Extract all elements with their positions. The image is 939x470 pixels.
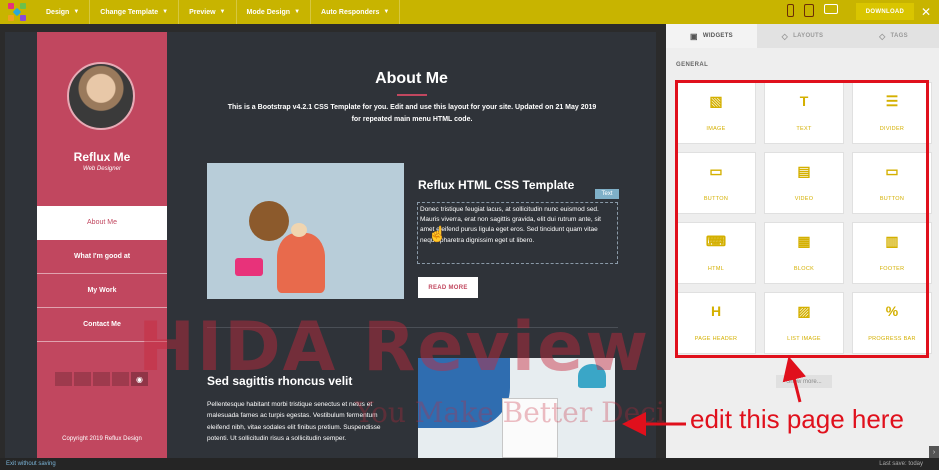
annotation-box	[675, 80, 929, 358]
tab-widgets[interactable]: ▣ WIDGETS	[666, 24, 757, 48]
image-decor	[235, 258, 263, 276]
avatar[interactable]	[67, 62, 135, 130]
app-logo-icon[interactable]	[6, 1, 28, 23]
brand-role[interactable]: Web Designer	[37, 166, 167, 172]
watermark-main: HIDA Review	[138, 308, 651, 387]
chevron-down-icon: ▼	[294, 9, 301, 15]
tag-icon: ◇	[879, 31, 886, 41]
tab-tags[interactable]: ◇ TAGS	[848, 24, 939, 48]
copyright-text[interactable]: Copyright 2019 Reflux Design	[37, 436, 167, 442]
exit-without-saving-link[interactable]: Exit without saving	[6, 461, 56, 467]
section1-image[interactable]	[207, 163, 404, 299]
image-decor	[249, 201, 289, 241]
editor-canvas[interactable]: Reflux Me Web Designer About Me What I'm…	[5, 32, 656, 458]
menu-mode-design[interactable]: Mode Design ▼	[237, 0, 312, 24]
nav-item-what-im-good-at[interactable]: What I'm good at	[37, 240, 167, 274]
nav-item-my-work[interactable]: My Work	[37, 274, 167, 308]
social-links: ◉	[55, 372, 148, 386]
phone-icon[interactable]	[787, 4, 794, 17]
last-save-status: Last save: today	[879, 461, 923, 467]
collapse-panel-icon[interactable]: ›	[929, 446, 939, 458]
tag-icon: ◇	[781, 31, 789, 41]
image-decor	[291, 223, 307, 237]
tab-layouts[interactable]: ◇ LAYOUTS	[757, 24, 848, 48]
desktop-icon[interactable]	[824, 4, 838, 14]
page-title[interactable]: About Me	[167, 70, 656, 88]
chevron-down-icon: ▼	[162, 9, 169, 15]
brand-name[interactable]: Reflux Me	[37, 150, 167, 164]
social-link[interactable]	[112, 372, 129, 386]
status-bar: Exit without saving Last save: today	[0, 458, 939, 470]
top-toolbar: Design ▼ Change Template ▼ Preview ▼ Mode D…	[0, 0, 939, 24]
image-decor	[277, 233, 325, 293]
chevron-down-icon: ▼	[219, 9, 226, 15]
menu-auto-responders[interactable]: Auto Responders ▼	[311, 0, 401, 24]
title-underline	[397, 94, 427, 96]
text-widget-tag: Text	[595, 189, 619, 199]
nav-item-about-me[interactable]: About Me	[37, 206, 167, 240]
chevron-down-icon: ▼	[383, 9, 390, 15]
show-more-button[interactable]: Show more...	[776, 375, 832, 388]
annotation-text: edit this page here	[690, 404, 904, 434]
section1-text[interactable]: Donec tristique feugiat lacus, at sollic…	[417, 202, 618, 264]
site-sidebar: Reflux Me Web Designer About Me What I'm…	[37, 32, 167, 458]
menu-design[interactable]: Design ▼	[36, 0, 91, 24]
chevron-down-icon: ▼	[73, 9, 80, 15]
section1-title[interactable]: Reflux HTML CSS Template	[418, 178, 574, 192]
download-button[interactable]: DOWNLOAD	[856, 3, 914, 20]
menu-change-template[interactable]: Change Template ▼	[90, 0, 180, 24]
social-link[interactable]	[93, 372, 110, 386]
social-link[interactable]	[74, 372, 91, 386]
hand-cursor-icon: ☝	[428, 226, 447, 243]
intro-text[interactable]: This is a Bootstrap v4.2.1 CSS Template …	[227, 102, 597, 126]
widgets-icon: ▣	[690, 31, 698, 41]
social-link[interactable]	[55, 372, 72, 386]
menu-preview[interactable]: Preview ▼	[179, 0, 237, 24]
panel-tabs: ▣ WIDGETS ◇ LAYOUTS ◇ TAGS	[666, 24, 939, 48]
section-label-general: GENERAL	[676, 62, 709, 68]
close-icon[interactable]: ✕	[918, 3, 934, 20]
read-more-button[interactable]: READ MORE	[418, 277, 478, 298]
tablet-icon[interactable]	[804, 4, 814, 17]
